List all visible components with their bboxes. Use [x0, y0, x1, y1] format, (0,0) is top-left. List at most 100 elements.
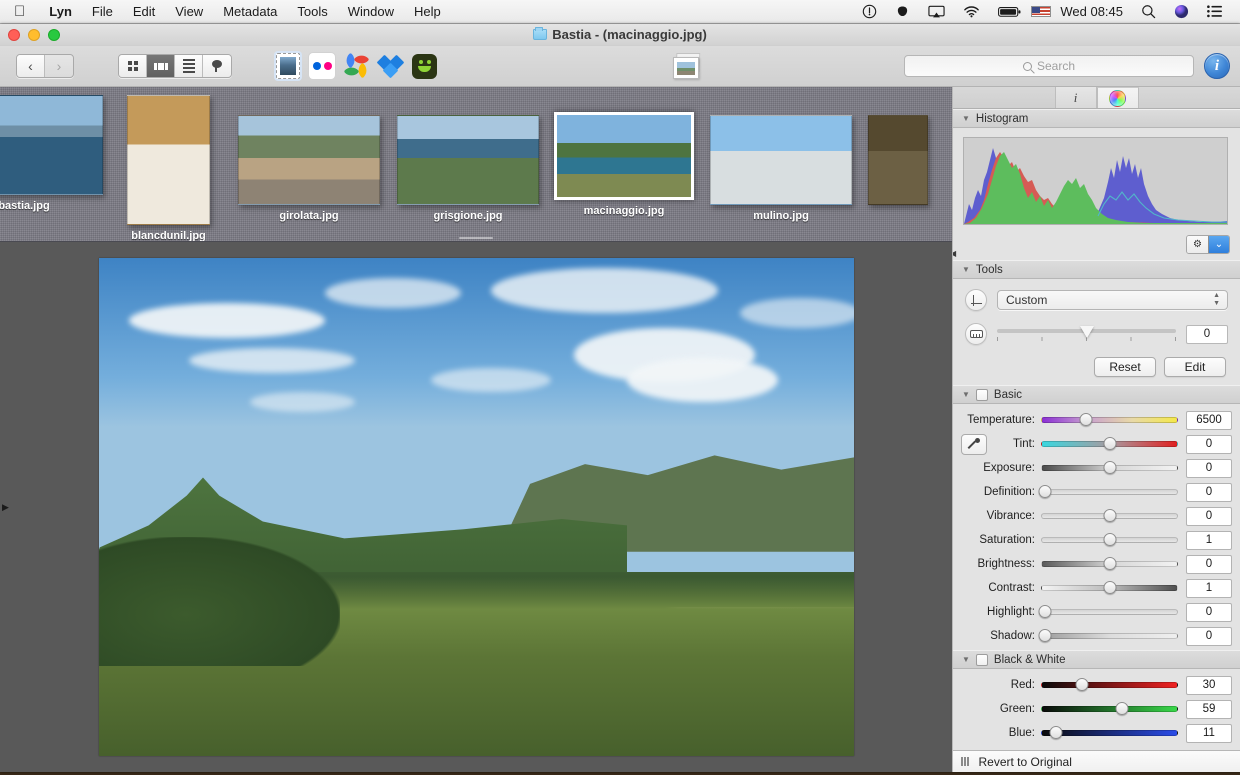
- tab-adjustments[interactable]: [1097, 87, 1139, 108]
- slider-thumb[interactable]: [1103, 533, 1116, 546]
- slider-thumb[interactable]: [1103, 437, 1116, 450]
- filmstrip-item-macinaggio[interactable]: macinaggio.jpg: [554, 112, 694, 217]
- reset-button[interactable]: Reset: [1094, 357, 1156, 377]
- menu-item-tools[interactable]: Tools: [287, 0, 337, 24]
- disclosure-triangle-icon[interactable]: ▼: [962, 656, 970, 664]
- menu-item-window[interactable]: Window: [338, 0, 404, 24]
- slider-thumb[interactable]: [1039, 485, 1052, 498]
- inspector-scroll-area[interactable]: ◀ ▼ Histogram: [953, 109, 1240, 772]
- straighten-value[interactable]: 0: [1186, 325, 1228, 344]
- slider-value[interactable]: 11: [1186, 724, 1232, 743]
- tab-info[interactable]: i: [1055, 87, 1097, 108]
- histogram-menu-chevron-down-icon[interactable]: ⌄: [1208, 236, 1229, 253]
- slider-value[interactable]: 59: [1186, 700, 1232, 719]
- back-button[interactable]: ‹: [17, 55, 45, 77]
- slider-thumb[interactable]: [1039, 629, 1052, 642]
- menu-item-edit[interactable]: Edit: [123, 0, 165, 24]
- straighten-slider[interactable]: [997, 324, 1176, 344]
- slider-thumb[interactable]: [1039, 605, 1052, 618]
- menu-item-metadata[interactable]: Metadata: [213, 0, 287, 24]
- airplay-icon[interactable]: [919, 5, 954, 19]
- filmstrip[interactable]: bastia.jpg blancdunil.jpg girolata.jpg g…: [0, 87, 952, 242]
- vibrance-slider[interactable]: [1041, 507, 1178, 525]
- disclosure-triangle-icon[interactable]: ▼: [962, 266, 970, 274]
- stamp-icon[interactable]: [276, 53, 300, 79]
- crop-icon[interactable]: [965, 289, 987, 311]
- filmstrip-item-grisgione[interactable]: grisgione.jpg: [397, 115, 539, 222]
- eyedropper-button[interactable]: [961, 434, 987, 455]
- filmstrip-item-bastia[interactable]: bastia.jpg: [0, 95, 103, 212]
- forward-button[interactable]: ›: [45, 55, 73, 77]
- apple-logo-icon[interactable]: : [0, 4, 39, 19]
- do-not-disturb-icon[interactable]: [853, 4, 886, 19]
- google-photos-icon[interactable]: [344, 53, 370, 79]
- exposure-slider[interactable]: [1041, 459, 1178, 477]
- menu-item-lyn[interactable]: Lyn: [39, 0, 82, 24]
- dropbox-icon[interactable]: [378, 54, 404, 78]
- slider-value[interactable]: 0: [1186, 555, 1232, 574]
- menu-item-view[interactable]: View: [165, 0, 213, 24]
- tint-slider[interactable]: [1041, 435, 1178, 453]
- slider-thumb[interactable]: [1080, 326, 1094, 338]
- edit-button[interactable]: Edit: [1164, 357, 1226, 377]
- panel-collapse-arrow-icon[interactable]: ◀: [953, 249, 957, 258]
- image-viewer[interactable]: ▶: [0, 242, 952, 772]
- slider-thumb[interactable]: [1103, 509, 1116, 522]
- list-view-button[interactable]: [175, 55, 203, 77]
- drag-grip-icon[interactable]: [961, 757, 969, 766]
- temperature-slider[interactable]: [1041, 411, 1178, 429]
- info-button[interactable]: i: [1204, 53, 1230, 79]
- disclosure-triangle-icon[interactable]: ▼: [962, 391, 970, 399]
- smugmug-icon[interactable]: [412, 54, 437, 79]
- saturation-slider[interactable]: [1041, 531, 1178, 549]
- flickr-icon[interactable]: [308, 52, 336, 80]
- histogram-settings-gear-icon[interactable]: ⚙: [1187, 236, 1208, 253]
- slider-thumb[interactable]: [1050, 726, 1063, 739]
- slider-thumb[interactable]: [1103, 461, 1116, 474]
- dropbox-menu-icon[interactable]: [886, 5, 919, 18]
- bw-enable-checkbox[interactable]: [976, 654, 988, 666]
- battery-icon[interactable]: [989, 6, 1031, 18]
- bw-blue-slider[interactable]: [1041, 724, 1178, 742]
- filmstrip-item-blancdunil[interactable]: blancdunil.jpg: [127, 95, 210, 242]
- slider-value[interactable]: 0: [1186, 627, 1232, 646]
- bw-red-slider[interactable]: [1041, 676, 1178, 694]
- grid-view-button[interactable]: [119, 55, 147, 77]
- section-header-tools[interactable]: ▼ Tools: [953, 260, 1240, 279]
- menu-bar-clock[interactable]: Wed 08:45: [1051, 4, 1132, 19]
- sidebar-collapse-arrow-icon[interactable]: ▶: [2, 502, 10, 512]
- contrast-slider[interactable]: [1041, 579, 1178, 597]
- slider-value[interactable]: 1: [1186, 579, 1232, 598]
- definition-slider[interactable]: [1041, 483, 1178, 501]
- slider-value[interactable]: 0: [1186, 483, 1232, 502]
- siri-icon[interactable]: [1165, 4, 1198, 19]
- highlight-slider[interactable]: [1041, 603, 1178, 621]
- main-photo-macinaggio[interactable]: [99, 258, 854, 756]
- filmstrip-item-next[interactable]: [868, 115, 928, 205]
- slider-value[interactable]: 1: [1186, 531, 1232, 550]
- slider-thumb[interactable]: [1115, 702, 1128, 715]
- slider-value[interactable]: 30: [1186, 676, 1232, 695]
- filmstrip-item-girolata[interactable]: girolata.jpg: [238, 115, 380, 222]
- slider-thumb[interactable]: [1103, 557, 1116, 570]
- filmstrip-view-button[interactable]: [147, 55, 175, 77]
- section-header-black-and-white[interactable]: ▼ Black & White: [953, 650, 1240, 669]
- brightness-slider[interactable]: [1041, 555, 1178, 573]
- crop-aspect-select[interactable]: Custom ▲▼: [997, 290, 1228, 310]
- shadow-slider[interactable]: [1041, 627, 1178, 645]
- section-header-histogram[interactable]: ▼ Histogram: [953, 109, 1240, 128]
- disclosure-triangle-icon[interactable]: ▼: [962, 115, 970, 123]
- menu-item-file[interactable]: File: [82, 0, 123, 24]
- slider-thumb[interactable]: [1076, 678, 1089, 691]
- filmstrip-item-mulino[interactable]: mulino.jpg: [710, 115, 852, 222]
- notification-center-icon[interactable]: [1198, 5, 1232, 18]
- revert-to-original-bar[interactable]: Revert to Original: [953, 750, 1240, 772]
- filmstrip-resize-grip[interactable]: [459, 237, 493, 239]
- current-photo-proxy[interactable]: [671, 52, 701, 80]
- slider-value[interactable]: 6500: [1186, 411, 1232, 430]
- slider-thumb[interactable]: [1103, 581, 1116, 594]
- menu-item-help[interactable]: Help: [404, 0, 451, 24]
- section-header-basic[interactable]: ▼ Basic: [953, 385, 1240, 404]
- slider-value[interactable]: 0: [1186, 459, 1232, 478]
- bw-green-slider[interactable]: [1041, 700, 1178, 718]
